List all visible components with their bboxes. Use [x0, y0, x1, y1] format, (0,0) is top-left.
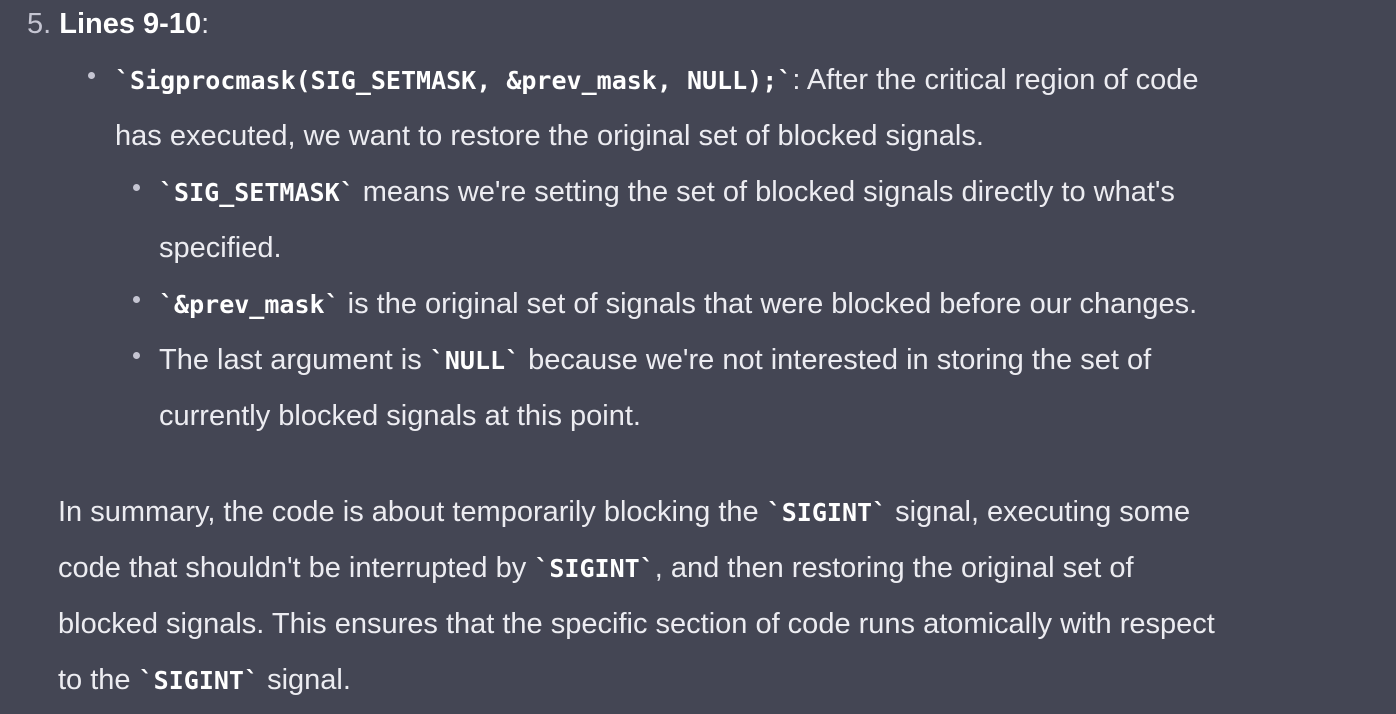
bullet-line: `Sigprocmask(SIG_SETMASK, &prev_mask, NU… — [115, 60, 1199, 101]
sub-bullet-line: `&prev_mask` is the original set of sign… — [159, 284, 1197, 325]
list-number: 5. — [27, 8, 52, 40]
bullet-line: has executed, we want to restore the ori… — [115, 116, 984, 156]
sub-bullet-text: means we're setting the set of blocked s… — [354, 176, 1175, 208]
inline-code: `SIGINT` — [534, 554, 655, 583]
list-item-colon: : — [201, 8, 210, 40]
chat-message: 5. Lines 9-10: `Sigprocmask(SIG_SETMASK,… — [0, 0, 1396, 714]
sub-bullet-text: The last argument is — [159, 344, 430, 376]
sub-bullet-text: currently blocked signals at this point. — [159, 400, 641, 432]
bullet-text: has executed, we want to restore the ori… — [115, 120, 984, 152]
summary-text: In summary, the code is about temporaril… — [58, 496, 767, 528]
summary-line: blocked signals. This ensures that the s… — [58, 604, 1215, 644]
sub-bullet-text: specified. — [159, 232, 282, 264]
sub-bullet-marker — [133, 296, 140, 303]
summary-text: signal, executing some — [887, 496, 1191, 528]
summary-text: signal. — [259, 664, 351, 696]
summary-text: blocked signals. This ensures that the s… — [58, 608, 1215, 640]
inline-code: `SIG_SETMASK` — [159, 178, 355, 207]
summary-text: , and then restoring the original set of — [654, 552, 1134, 584]
summary-line: to the `SIGINT` signal. — [58, 660, 351, 701]
inline-code: `Sigprocmask(SIG_SETMASK, &prev_mask, NU… — [115, 66, 793, 95]
sub-bullet-line: The last argument is `NULL` because we'r… — [159, 340, 1151, 381]
sub-bullet-text: because we're not interested in storing … — [520, 344, 1152, 376]
sub-bullet-text: is the original set of signals that were… — [339, 288, 1198, 320]
bullet-marker — [88, 72, 95, 79]
inline-code: `&prev_mask` — [159, 290, 340, 319]
sub-bullet-line: `SIG_SETMASK` means we're setting the se… — [159, 172, 1175, 213]
inline-code: `SIGINT` — [138, 666, 260, 695]
summary-text: code that shouldn't be interrupted by — [58, 552, 535, 584]
sub-bullet-line: specified. — [159, 228, 282, 268]
summary-line: In summary, the code is about temporaril… — [58, 492, 1190, 533]
inline-code: `NULL` — [429, 346, 521, 375]
summary-line: code that shouldn't be interrupted by `S… — [58, 548, 1134, 589]
list-item-title: Lines 9-10 — [59, 8, 202, 40]
inline-code: `SIGINT` — [766, 498, 888, 527]
sub-bullet-line: currently blocked signals at this point. — [159, 396, 641, 436]
sub-bullet-marker — [133, 352, 140, 359]
summary-text: to the — [58, 664, 139, 696]
sub-bullet-marker — [133, 184, 140, 191]
bullet-text: : After the critical region of code — [792, 64, 1199, 96]
list-item-heading: 5. Lines 9-10: — [27, 4, 209, 44]
